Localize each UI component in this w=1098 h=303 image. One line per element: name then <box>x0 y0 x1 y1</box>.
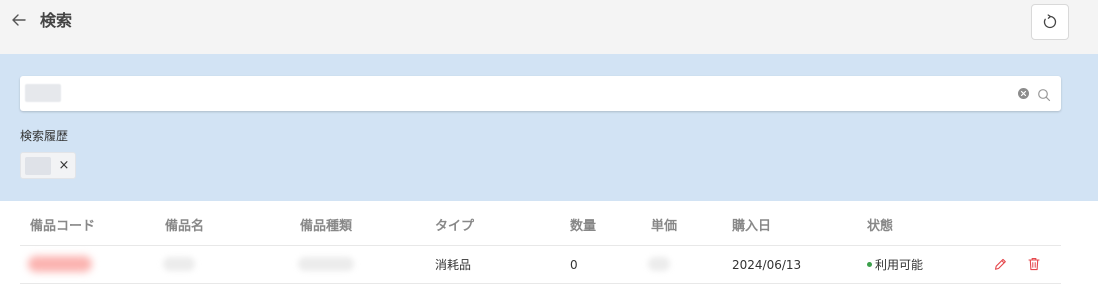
equipment-quantity: 0 <box>570 258 578 272</box>
column-header-unit-price[interactable]: 単価 <box>651 218 677 236</box>
arrow-left-icon <box>12 14 26 26</box>
refresh-icon <box>1043 14 1057 29</box>
table-row[interactable]: 消耗品 0 2024/06/13 利用可能 <box>20 246 1061 284</box>
clear-circle-icon <box>1020 90 1027 97</box>
equipment-type: 消耗品 <box>435 258 472 272</box>
column-header-quantity[interactable]: 数量 <box>570 218 596 236</box>
search-button[interactable] <box>1037 87 1051 102</box>
equipment-code-redacted[interactable] <box>28 256 92 272</box>
column-header-code[interactable]: 備品コード <box>30 218 95 236</box>
refresh-button[interactable] <box>1031 4 1069 40</box>
column-header-type[interactable]: タイプ <box>435 218 474 236</box>
search-box <box>20 76 1061 111</box>
page-title: 検索 <box>40 11 73 30</box>
back-button[interactable] <box>10 10 28 30</box>
edit-button[interactable] <box>993 256 1007 272</box>
top-bar: 検索 <box>0 0 1098 54</box>
status-dot-icon <box>867 262 872 267</box>
close-icon[interactable]: × <box>57 158 71 174</box>
equipment-category-redacted <box>298 257 354 271</box>
column-header-status[interactable]: 状態 <box>867 218 893 236</box>
trash-icon <box>1028 258 1040 271</box>
search-history-chip[interactable]: × <box>20 152 76 179</box>
pencil-icon <box>994 258 1006 270</box>
search-input[interactable] <box>24 81 1004 105</box>
purchase-date: 2024/06/13 <box>732 258 802 272</box>
unit-price-redacted <box>648 257 670 271</box>
status-badge: 利用可能 <box>867 256 923 274</box>
delete-button[interactable] <box>1027 256 1041 272</box>
column-header-name[interactable]: 備品名 <box>165 218 204 236</box>
search-history-label: 検索履歴 <box>20 129 69 143</box>
equipment-table: 備品コード 備品名 備品種類 タイプ 数量 単価 購入日 状態 消耗品 0 20… <box>20 210 1061 284</box>
clear-search-button[interactable] <box>1018 88 1029 99</box>
search-panel: 検索履歴 × <box>0 54 1098 201</box>
search-icon <box>1038 89 1051 102</box>
table-header: 備品コード 備品名 備品種類 タイプ 数量 単価 購入日 状態 <box>20 210 1061 246</box>
column-header-category[interactable]: 備品種類 <box>300 218 352 236</box>
history-chip-text-redacted <box>25 157 51 175</box>
equipment-name-redacted <box>163 257 195 271</box>
status-text: 利用可能 <box>875 258 924 272</box>
column-header-purchase-date[interactable]: 購入日 <box>732 218 771 236</box>
